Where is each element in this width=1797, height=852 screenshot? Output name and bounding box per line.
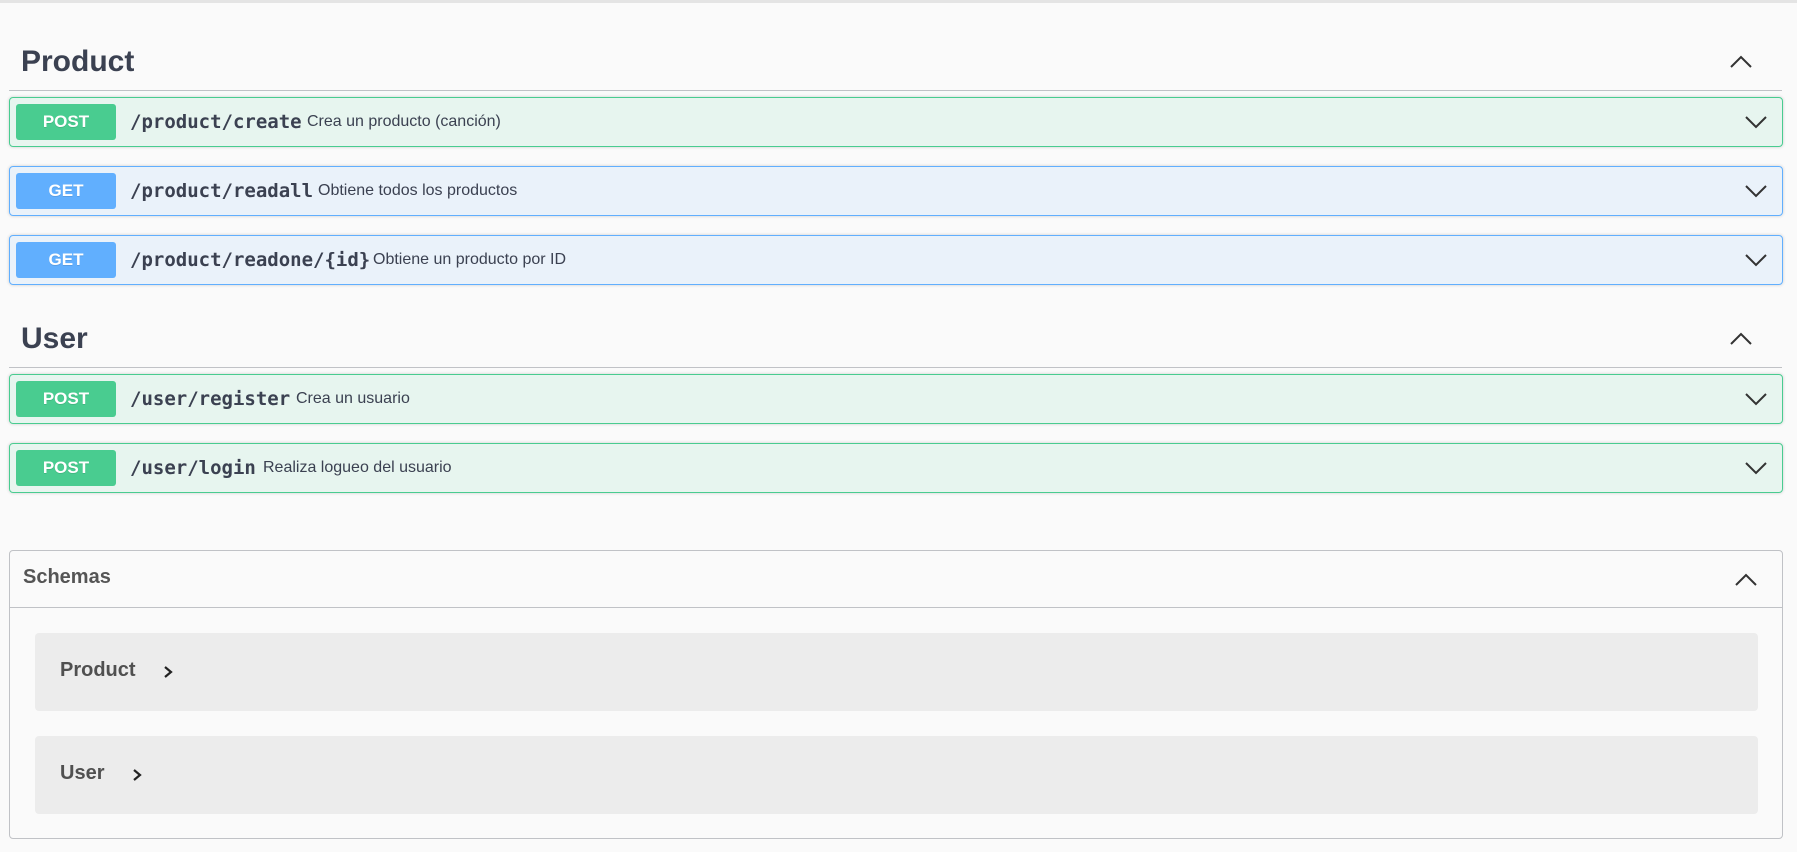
tag-title: Product — [21, 45, 135, 78]
operation-summary: Crea un usuario — [296, 390, 410, 407]
model-name: Product — [60, 659, 136, 681]
top-divider — [0, 0, 1797, 3]
schemas-header[interactable]: Schemas — [10, 551, 1782, 608]
method-badge: GET — [16, 173, 116, 209]
operation-path: /product/create — [130, 111, 302, 133]
operation-path: /product/readall — [130, 180, 314, 202]
method-badge: GET — [16, 242, 116, 278]
operation-get-product-readall[interactable]: GET /product/readall Obtiene todos los p… — [9, 166, 1783, 216]
chevron-up-icon[interactable] — [1728, 330, 1754, 348]
operation-summary: Obtiene todos los productos — [318, 182, 518, 199]
operation-summary: Crea un producto (canción) — [307, 113, 501, 130]
chevron-down-icon[interactable] — [1744, 181, 1768, 201]
operation-path: /user/register — [130, 388, 291, 410]
operation-path: /user/login — [130, 457, 256, 479]
chevron-down-icon[interactable] — [1744, 112, 1768, 132]
method-badge: POST — [16, 104, 116, 140]
tag-section-product[interactable]: Product — [9, 35, 1782, 91]
operation-summary: Realiza logueo del usuario — [263, 459, 452, 476]
method-badge: POST — [16, 381, 116, 417]
tag-section-user[interactable]: User — [9, 312, 1782, 368]
tag-title: User — [21, 322, 88, 355]
operation-post-user-login[interactable]: POST /user/login Realiza logueo del usua… — [9, 443, 1783, 493]
schemas-panel: Schemas Product User — [9, 550, 1783, 839]
chevron-down-icon[interactable] — [1744, 458, 1768, 478]
method-badge: POST — [16, 450, 116, 486]
schema-model-user[interactable]: User — [35, 736, 1758, 814]
schema-model-product[interactable]: Product — [35, 633, 1758, 711]
operation-path: /product/readone/{id} — [130, 249, 371, 271]
chevron-right-icon[interactable] — [162, 663, 174, 681]
operation-get-product-readone[interactable]: GET /product/readone/{id} Obtiene un pro… — [9, 235, 1783, 285]
operation-summary: Obtiene un producto por ID — [373, 251, 567, 268]
schemas-title: Schemas — [23, 566, 111, 588]
chevron-up-icon[interactable] — [1728, 53, 1754, 71]
operation-post-user-register[interactable]: POST /user/register Crea un usuario — [9, 374, 1783, 424]
chevron-up-icon[interactable] — [1734, 571, 1758, 589]
model-name: User — [60, 762, 105, 784]
operation-post-product-create[interactable]: POST /product/create Crea un producto (c… — [9, 97, 1783, 147]
chevron-down-icon[interactable] — [1744, 389, 1768, 409]
chevron-down-icon[interactable] — [1744, 250, 1768, 270]
chevron-right-icon[interactable] — [131, 766, 143, 784]
